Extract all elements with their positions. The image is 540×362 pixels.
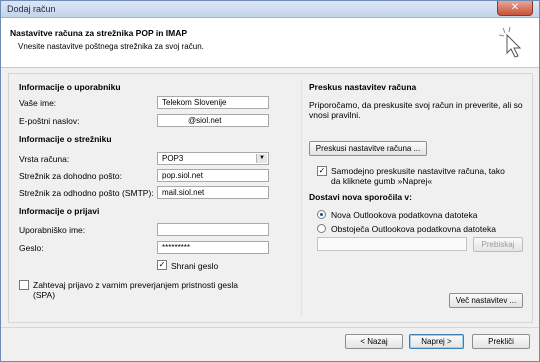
new-data-file-label: Nova Outlookova podatkovna datoteka (331, 210, 478, 220)
dialog-header: Nastavitve računa za strežnika POP in IM… (1, 18, 539, 68)
footer-separator (1, 327, 539, 328)
close-button[interactable]: ✕ (497, 1, 533, 16)
test-description-line1: Priporočamo, da preskusite svoj račun in… (309, 100, 523, 110)
outgoing-server-input[interactable]: mail.siol.net (157, 186, 269, 199)
title-bar: Dodaj račun ✕ (1, 1, 539, 18)
add-account-dialog: Dodaj račun ✕ Nastavitve računa za strež… (0, 0, 540, 362)
spa-checkbox[interactable] (19, 280, 29, 290)
existing-data-file-label: Obstoječa Outlookova podatkovna datoteka (331, 224, 496, 234)
email-label: E-poštni naslov: (19, 116, 80, 126)
spa-label-line1: Zahtevaj prijavo z varnim preverjanjem p… (33, 280, 239, 290)
password-label: Geslo: (19, 243, 44, 253)
test-settings-button[interactable]: Preskusi nastavitve računa ... (309, 141, 427, 156)
cursor-click-icon (498, 26, 522, 58)
browse-button[interactable]: Prebiskaj (473, 237, 523, 252)
more-settings-button[interactable]: Več nastavitev ... (449, 293, 523, 308)
auto-test-label-line2: da kliknete gumb »Naprej« (331, 176, 433, 186)
chevron-down-icon[interactable]: ▼ (256, 154, 267, 163)
remember-password-checkbox[interactable]: ✓ (157, 260, 167, 270)
test-settings-heading: Preskus nastavitev računa (309, 82, 417, 92)
name-label: Vaše ime: (19, 98, 57, 108)
back-button[interactable]: < Nazaj (345, 334, 403, 349)
column-divider (301, 80, 302, 316)
username-label: Uporabniško ime: (19, 225, 86, 235)
existing-data-file-radio[interactable] (317, 224, 326, 233)
auto-test-label-line1: Samodejno preskusite nastavitve računa, … (331, 166, 505, 176)
account-type-value: POP3 (162, 154, 184, 163)
login-info-heading: Informacije o prijavi (19, 206, 100, 216)
new-data-file-radio[interactable] (317, 210, 326, 219)
username-input[interactable] (157, 223, 269, 236)
auto-test-checkbox[interactable]: ✓ (317, 166, 327, 176)
account-type-label: Vrsta računa: (19, 154, 70, 164)
settings-panel: Informacije o uporabniku Vaše ime: Telek… (8, 73, 533, 323)
page-subtitle: Vnesite nastavitve poštnega strežnika za… (18, 42, 204, 51)
incoming-server-label: Strežnik za dohodno pošto: (19, 171, 123, 181)
remember-password-label: Shrani geslo (171, 261, 219, 271)
user-info-heading: Informacije o uporabniku (19, 82, 121, 92)
cancel-button[interactable]: Prekliči (472, 334, 530, 349)
incoming-server-input[interactable]: pop.siol.net (157, 169, 269, 182)
server-info-heading: Informacije o strežniku (19, 134, 112, 144)
test-description-line2: vnosi pravilni. (309, 110, 361, 120)
window-title: Dodaj račun (7, 4, 56, 14)
email-input[interactable]: @siol.net (157, 114, 269, 127)
deliver-heading: Dostavi nova sporočila v: (309, 192, 412, 202)
next-button[interactable]: Naprej > (409, 334, 464, 349)
account-type-select[interactable]: POP3 ▼ (157, 152, 269, 165)
existing-file-path-input[interactable] (317, 237, 467, 251)
page-title: Nastavitve računa za strežnika POP in IM… (10, 28, 187, 38)
password-input[interactable]: ********* (157, 241, 269, 254)
name-input[interactable]: Telekom Slovenije (157, 96, 269, 109)
outgoing-server-label: Strežnik za odhodno pošto (SMTP): (19, 188, 154, 198)
spa-label-line2: (SPA) (33, 290, 56, 300)
